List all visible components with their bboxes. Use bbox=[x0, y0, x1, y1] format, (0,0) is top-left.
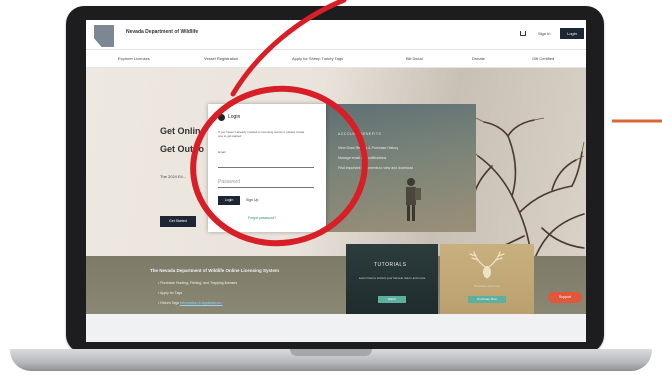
panel-heading: ACCOUNT BENEFITS bbox=[338, 132, 382, 136]
purchase-text: Purchase and more bbox=[473, 284, 501, 288]
bullet-text: Purchase Hunting, Fishing, and Trapping … bbox=[160, 281, 238, 285]
user-icon bbox=[218, 114, 225, 121]
page-footer-band bbox=[86, 314, 586, 342]
modal-login-button[interactable]: Login bbox=[218, 196, 240, 205]
watch-button[interactable]: Watch bbox=[378, 296, 406, 303]
deer-antler-icon bbox=[469, 251, 505, 279]
stage: Nevada Department of Wildlife Sign In Lo… bbox=[0, 0, 662, 383]
tutorials-card[interactable]: TUTORIALS Learn how to submit your harve… bbox=[346, 244, 438, 314]
account-benefits-panel: ACCOUNT BENEFITS View Draw Results & Pur… bbox=[326, 104, 476, 232]
get-started-button[interactable]: Get Started bbox=[160, 216, 196, 227]
nav-item-bill-decal[interactable]: Bill Decal bbox=[406, 56, 423, 61]
panel-benefit-2: Manage email and notifications bbox=[338, 156, 387, 160]
modal-description: If you haven't already created a Licensi… bbox=[218, 130, 305, 138]
nav-item-donate[interactable]: Donate bbox=[472, 56, 485, 61]
tutorials-title: TUTORIALS bbox=[374, 262, 407, 268]
nav-item-vessel-registration[interactable]: Vessel Registration bbox=[204, 56, 238, 61]
password-field[interactable] bbox=[218, 176, 314, 188]
login-modal: Login If you haven't already created a L… bbox=[208, 104, 326, 232]
purchase-card[interactable]: Purchase and more Purchase Now bbox=[440, 244, 534, 314]
cart-icon[interactable] bbox=[520, 31, 526, 36]
forgot-password-link[interactable]: Forgot password? bbox=[248, 216, 276, 220]
bullet-text: Apply for Tags bbox=[160, 291, 183, 295]
site-title[interactable]: Nevada Department of Wildlife bbox=[126, 29, 198, 35]
bullet-text: Return Tags bbox=[160, 301, 180, 305]
sign-in-link[interactable]: Sign In bbox=[538, 31, 550, 36]
panel-benefit-3: Find important documents to view and dow… bbox=[338, 166, 414, 170]
nav-item-gift-certified[interactable]: Gift Certified bbox=[532, 56, 554, 61]
modal-title: Login bbox=[228, 114, 241, 120]
main-nav: Explorer Licenses Vessel Registration Ap… bbox=[86, 50, 586, 68]
licensing-system-title: The Nevada Department of Wildlife Online… bbox=[150, 268, 279, 273]
tutorials-text: Learn how to submit your harvest return … bbox=[358, 276, 426, 280]
return-tags-link[interactable]: Information & Applications › bbox=[180, 301, 223, 305]
support-button[interactable]: Support bbox=[548, 292, 582, 303]
sign-up-link[interactable]: Sign Up bbox=[246, 198, 258, 202]
bullet-return-tags: • Return Tags Information & Applications… bbox=[158, 301, 223, 305]
laptop-notch bbox=[290, 349, 372, 356]
nav-item-sheep-turkey-tags[interactable]: Apply for Sheep Turkey Tags bbox=[292, 56, 343, 61]
hero-title-line1: Get Online bbox=[160, 126, 206, 136]
header-login-button[interactable]: Login bbox=[560, 28, 584, 39]
purchase-now-button[interactable]: Purchase Now bbox=[468, 296, 506, 303]
panel-benefit-1: View Draw Results & Purchase History bbox=[338, 146, 399, 150]
hiker-figure-icon bbox=[406, 178, 421, 221]
email-label: Email bbox=[218, 150, 226, 154]
email-field[interactable] bbox=[218, 156, 314, 168]
nevada-logo-icon[interactable] bbox=[94, 25, 114, 47]
hero-title-line2: Get Outdo bbox=[160, 144, 204, 154]
top-bar: Nevada Department of Wildlife Sign In Lo… bbox=[86, 20, 586, 50]
bullet-apply-tags: • Apply for Tags bbox=[158, 291, 183, 295]
hero-subtitle: The 2024 Eli... bbox=[160, 174, 186, 179]
nav-item-explorer-licenses[interactable]: Explorer Licenses bbox=[118, 56, 150, 61]
laptop-screen: Nevada Department of Wildlife Sign In Lo… bbox=[86, 20, 586, 342]
bullet-purchase-licenses: • Purchase Hunting, Fishing, and Trappin… bbox=[158, 281, 238, 285]
